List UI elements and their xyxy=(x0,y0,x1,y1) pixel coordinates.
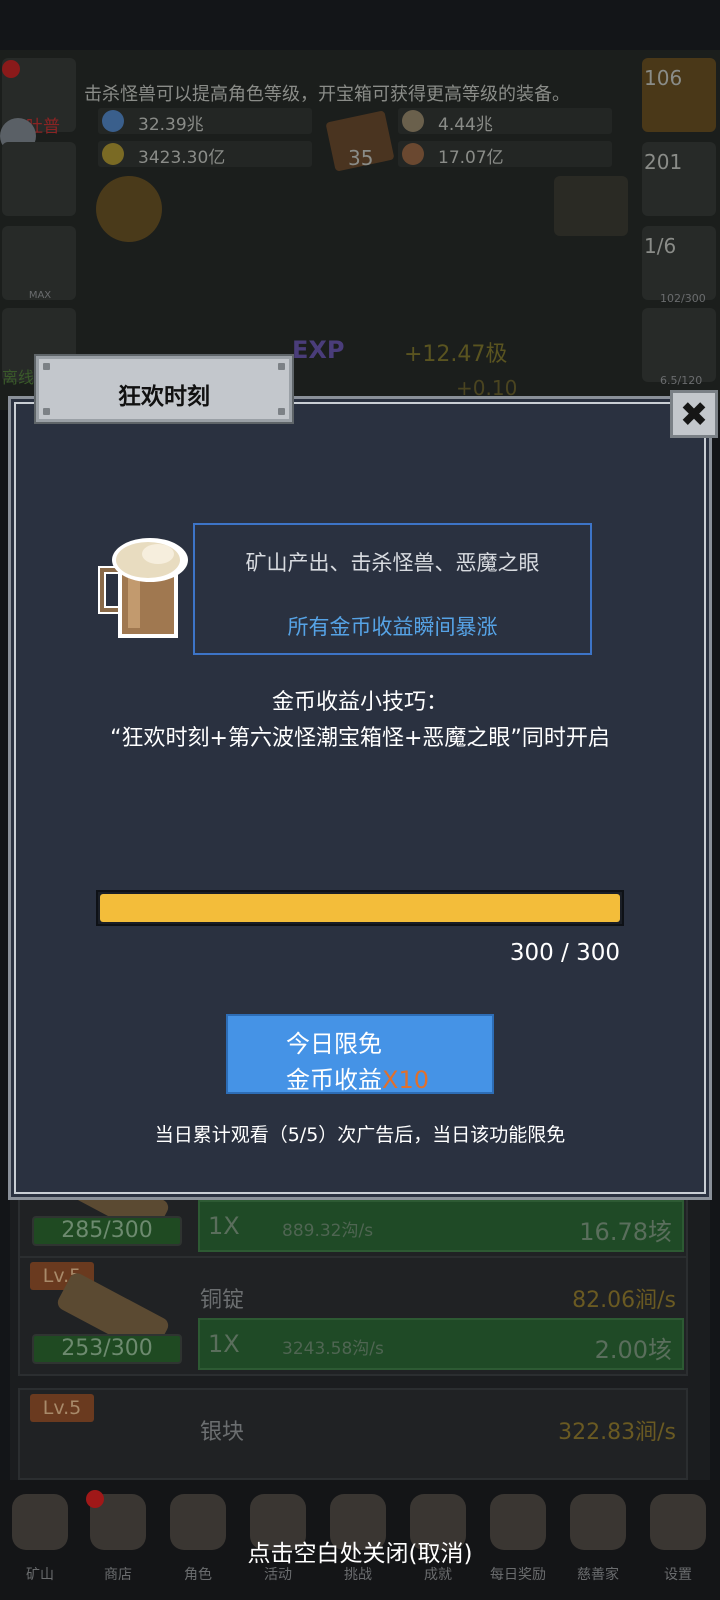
sub-rate: 889.32沟/s xyxy=(282,1221,374,1241)
free-today-button[interactable]: 今日限免 金币收益X10 xyxy=(226,1014,494,1094)
notification-dot xyxy=(2,60,20,78)
info-box: 矿山产出、击杀怪兽、恶魔之眼 所有金币收益瞬间暴涨 xyxy=(193,523,592,655)
info-line-1: 矿山产出、击杀怪兽、恶魔之眼 xyxy=(245,551,540,575)
dialog-title-tab: 狂欢时刻 xyxy=(36,356,292,422)
gold-bar-icon[interactable] xyxy=(554,176,628,236)
offline-label: 离线 xyxy=(2,368,35,387)
beer-slot[interactable] xyxy=(2,226,76,300)
slot-count: 1/6 xyxy=(644,234,677,258)
slot-progress: 102/300 xyxy=(660,292,706,305)
cta-line-2: 金币收益X10 xyxy=(286,1060,429,1095)
slot-count: 201 xyxy=(644,150,683,174)
max-label: MAX xyxy=(28,290,52,301)
hint-text: 击杀怪兽可以提高角色等级，开宝箱可获得更高等级的装备。 xyxy=(84,84,570,105)
cta-multiplier: X10 xyxy=(382,1066,429,1094)
slot-count: 106 xyxy=(644,66,683,90)
resource-value: 3423.30亿 xyxy=(138,148,226,168)
row-name: 铜锭 xyxy=(200,1288,245,1313)
upgrade-cost: 2.00垓 xyxy=(594,1336,672,1364)
resource-box xyxy=(398,108,612,134)
multiplier: 1X xyxy=(208,1212,240,1240)
resource-box xyxy=(98,108,312,134)
progress-text: 300 / 300 xyxy=(509,940,620,966)
cta-note: 当日累计观看（5/5）次广告后，当日该功能限免 xyxy=(154,1124,566,1146)
multiplier: 1X xyxy=(208,1330,240,1358)
dialog-title: 狂欢时刻 xyxy=(118,384,210,410)
row-progress: 253/300 xyxy=(32,1334,182,1364)
potion-blue-icon xyxy=(102,110,124,132)
potion-yellow-icon xyxy=(102,143,124,165)
upgrade-button[interactable]: 1X 889.32沟/s 16.78垓 xyxy=(198,1200,684,1252)
coin-icon xyxy=(402,110,424,132)
resource-box xyxy=(398,141,612,167)
close-icon: ✖ xyxy=(679,395,709,435)
cta-line-1: 今日限免 xyxy=(286,1030,382,1058)
row-name: 银块 xyxy=(200,1420,245,1445)
resource-value: 4.44兆 xyxy=(438,115,493,135)
meat-icon xyxy=(402,143,424,165)
row-rate: 82.06涧/s xyxy=(572,1288,676,1313)
sub-rate: 3243.58沟/s xyxy=(282,1339,384,1359)
tip-body: “狂欢时刻+第六波怪潮宝箱怪+恶魔之眼”同时开启 xyxy=(110,726,610,751)
beer-mug-icon xyxy=(98,538,188,638)
cta-label: 金币收益 xyxy=(286,1066,382,1094)
resource-value: 32.39兆 xyxy=(138,115,204,135)
upgrade-cost: 16.78垓 xyxy=(579,1218,672,1246)
book-count: 35 xyxy=(348,146,374,170)
tip-title: 金币收益小技巧： xyxy=(271,690,448,715)
level-badge: Lv.5 xyxy=(30,1394,94,1422)
slot-progress: 6.5/120 xyxy=(660,374,703,387)
mine-row[interactable]: Lv.5 银块 322.83涧/s xyxy=(18,1388,688,1480)
rivet xyxy=(278,363,285,370)
mine-row[interactable]: Lv.5 253/300 铜锭 82.06涧/s 1X 3243.58沟/s 2… xyxy=(18,1256,688,1376)
row-progress: 285/300 xyxy=(32,1216,182,1246)
row-rate: 322.83涧/s xyxy=(558,1420,676,1445)
resource-value: 17.07亿 xyxy=(438,148,504,168)
info-line-2: 所有金币收益瞬间暴涨 xyxy=(287,615,498,639)
sword-slot[interactable] xyxy=(642,308,716,382)
close-hint[interactable]: 点击空白处关闭(取消) xyxy=(0,1534,720,1568)
progress-fill xyxy=(100,894,620,922)
torch-slot[interactable] xyxy=(2,142,76,216)
game-screen[interactable]: 击杀怪兽可以提高角色等级，开宝箱可获得更高等级的装备。 32.39兆 4.44兆… xyxy=(0,0,720,1600)
progress-bar xyxy=(96,890,624,926)
notification-dot xyxy=(86,1490,104,1508)
rivet xyxy=(43,363,50,370)
exp-label: EXP xyxy=(292,336,345,364)
level-gain: +12.47极 xyxy=(404,342,508,367)
upgrade-button[interactable]: 1X 3243.58沟/s 2.00垓 xyxy=(198,1318,684,1370)
key-icon[interactable] xyxy=(96,176,162,242)
close-button[interactable]: ✖ xyxy=(670,390,718,438)
